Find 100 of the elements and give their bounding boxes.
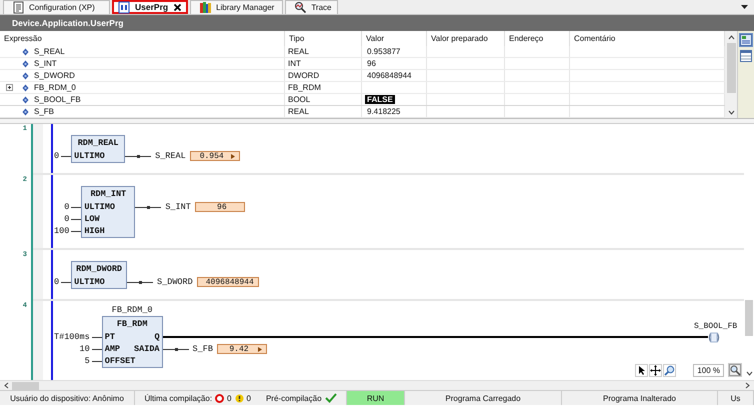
value-text: 96 — [366, 59, 377, 68]
function-block[interactable]: RDM_REAL ULTIMO — [71, 135, 126, 163]
value-display: 0.954 — [190, 151, 240, 161]
expression-text: S_BOOL_FB — [34, 95, 81, 104]
expression-text: S_FB — [34, 107, 54, 116]
variable-icon — [22, 60, 29, 68]
scroll-thumb[interactable] — [12, 382, 39, 390]
pin-label: ULTIMO — [74, 151, 105, 161]
watch-row[interactable]: S_BOOL_FB BOOL FALSE — [0, 94, 725, 106]
table-cell: REAL — [285, 46, 362, 57]
close-icon[interactable] — [173, 2, 182, 12]
column-header[interactable]: Expressão — [0, 31, 285, 46]
scroll-left-icon[interactable] — [4, 382, 9, 389]
block-name: FB_RDM — [116, 318, 148, 331]
watch-row[interactable]: S_FB REAL 9.418225 — [0, 106, 725, 118]
variable-icon — [22, 84, 29, 92]
column-header[interactable]: Tipo — [285, 31, 362, 46]
watch-row[interactable]: S_INT INT 96 — [0, 58, 725, 70]
status-text: Última compilação: — [144, 394, 212, 402]
program-icon — [118, 0, 130, 14]
books-icon — [199, 1, 212, 14]
variable-name: S_REAL — [155, 151, 186, 161]
watch-row[interactable]: FB_RDM_0 FB_RDM — [0, 82, 725, 94]
check-icon — [324, 393, 337, 403]
value-display: 9.42 — [216, 344, 267, 354]
editor-tab[interactable]: UserPrg — [112, 0, 188, 14]
table-icon[interactable] — [740, 34, 752, 46]
scroll-down-icon[interactable] — [746, 371, 752, 376]
scroll-down-icon[interactable] — [728, 110, 734, 115]
column-header[interactable]: Valor — [362, 31, 427, 46]
pin-label: ULTIMO — [84, 202, 115, 212]
table-cell: FB_RDM — [285, 82, 362, 93]
expand-icon[interactable] — [6, 84, 13, 91]
status-text: Us — [730, 394, 740, 402]
zoom-field[interactable]: 100 % — [693, 364, 724, 376]
table-cell: INT — [285, 58, 362, 69]
scroll-right-icon[interactable] — [745, 382, 750, 389]
document-icon — [12, 1, 24, 14]
function-block[interactable]: RDM_DWORD ULTIMO — [71, 261, 128, 289]
pin-label: PT — [104, 332, 115, 342]
input-value: 10 — [80, 344, 90, 354]
column-header[interactable]: Valor preparado — [427, 31, 505, 46]
variable-name: S_FB — [192, 344, 213, 354]
variable-name: S_DWORD — [157, 277, 193, 287]
status-text: Programa Carregado — [445, 394, 521, 402]
scroll-thumb[interactable] — [726, 43, 736, 93]
menu-arrow-icon[interactable] — [230, 154, 235, 158]
table-cell: REAL — [285, 106, 362, 117]
coil-icon — [708, 332, 720, 342]
variable-icon — [22, 108, 29, 116]
editor-tab[interactable]: Configuration (XP) — [3, 0, 110, 14]
value-text: FALSE — [365, 95, 395, 104]
window-icon[interactable] — [740, 50, 752, 62]
move-icon[interactable] — [649, 364, 662, 376]
error-icon — [215, 394, 224, 402]
pin-label: Q — [154, 332, 160, 342]
instance-name: FB_RDM_0 — [112, 305, 153, 316]
warning-count: 0 — [246, 394, 251, 402]
editor-tab[interactable]: Library Manager — [190, 0, 284, 14]
pin-label: ULTIMO — [74, 277, 105, 287]
wire — [71, 230, 82, 232]
input-value: 0 — [54, 151, 60, 161]
pin-label: AMP — [104, 344, 120, 354]
scrollbar[interactable] — [725, 31, 737, 118]
zoom-icon[interactable] — [728, 363, 742, 377]
variable-name: S_INT — [165, 202, 191, 212]
function-block[interactable]: RDM_INT ULTIMO LOW HIGH — [81, 186, 136, 238]
wire — [162, 348, 189, 350]
variable-icon — [22, 48, 29, 56]
status-text: Usuário do dispositivo: Anônimo — [10, 394, 124, 402]
status-text: Programa Inalterado — [603, 394, 676, 402]
value-text: 9.418225 — [366, 107, 402, 116]
input-value: 5 — [84, 356, 90, 366]
wire — [92, 360, 102, 362]
watch-row[interactable]: S_DWORD DWORD 4096848944 — [0, 70, 725, 82]
magnifier-icon — [294, 1, 306, 14]
wire — [135, 206, 162, 208]
editor-tab[interactable]: Trace — [285, 0, 338, 14]
menu-arrow-icon[interactable] — [258, 346, 262, 352]
scroll-up-icon[interactable] — [728, 35, 734, 40]
watch-row[interactable]: S_REAL REAL 0.953877 — [0, 46, 725, 58]
expression-text: S_REAL — [34, 47, 65, 56]
pin-label: OFFSET — [104, 356, 136, 366]
column-header[interactable]: Endereço — [505, 31, 570, 46]
value-display: 4096848944 — [196, 277, 259, 287]
table-cell: DWORD — [285, 70, 362, 81]
variable-icon — [22, 96, 29, 104]
function-block[interactable]: FB_RDM PT Q AMP SAIDA OFFSET — [102, 316, 163, 368]
scrollbar[interactable] — [0, 380, 754, 390]
magnifier-icon[interactable] — [663, 364, 676, 376]
scroll-thumb[interactable] — [745, 300, 753, 336]
variable-icon — [22, 72, 29, 80]
pin-label: LOW — [84, 214, 100, 224]
expression-text: S_INT — [34, 59, 57, 68]
input-value: 0 — [54, 277, 60, 287]
pointer-icon[interactable] — [635, 364, 648, 376]
input-value: 100 — [54, 226, 70, 236]
dropdown-icon[interactable] — [741, 4, 748, 10]
block-name: RDM_REAL — [76, 137, 120, 150]
expression-text: S_DWORD — [34, 71, 75, 80]
